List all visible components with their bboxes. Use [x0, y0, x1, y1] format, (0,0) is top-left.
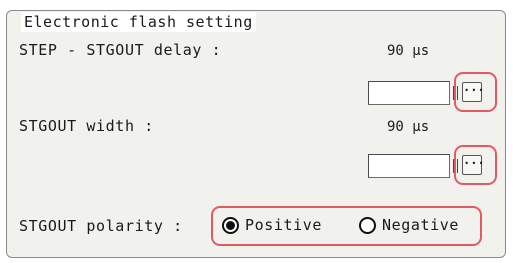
group-title: Electronic flash setting — [21, 12, 256, 32]
radio-unselected-icon — [359, 216, 376, 234]
width-browse-button[interactable]: ··· — [462, 155, 485, 175]
ellipsis-icon: ··· — [463, 156, 485, 170]
delay-browse-button[interactable]: ··· — [462, 82, 485, 102]
radio-positive-label: Positive — [245, 216, 323, 234]
delay-label: STEP - STGOUT delay : — [19, 41, 222, 59]
polarity-label: STGOUT polarity : — [19, 217, 183, 235]
radio-selected-icon — [222, 216, 239, 234]
width-input[interactable] — [368, 154, 450, 178]
delay-value-display: 90 µs — [387, 43, 430, 59]
ellipsis-icon: ··· — [463, 83, 485, 97]
polarity-radio-group: Positive Negative — [211, 206, 482, 246]
radio-negative[interactable]: Negative — [359, 216, 459, 234]
width-value-display: 90 µs — [387, 119, 430, 135]
delay-input[interactable] — [368, 81, 450, 105]
radio-negative-label: Negative — [382, 216, 460, 234]
radio-positive[interactable]: Positive — [222, 216, 322, 234]
width-label: STGOUT width : — [19, 117, 154, 135]
